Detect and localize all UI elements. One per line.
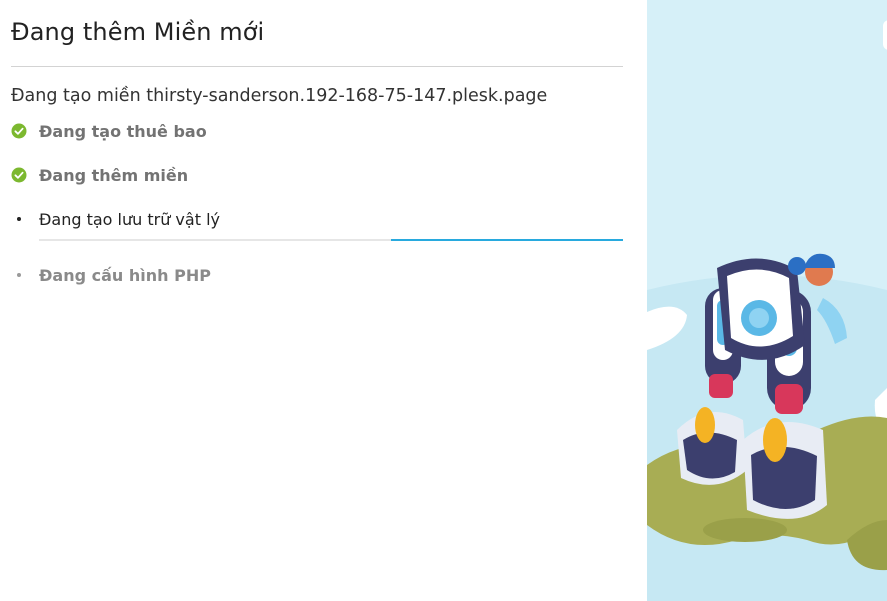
step-configure-php: Đang cấu hình PHP <box>11 263 211 287</box>
step-label: Đang thêm miền <box>39 165 189 185</box>
check-circle-icon <box>11 123 27 139</box>
progress-bar <box>39 239 623 241</box>
step-create-subscription: Đang tạo thuê bao <box>11 119 207 143</box>
step-create-hosting: Đang tạo lưu trữ vật lý <box>11 207 220 231</box>
step-label: Đang tạo thuê bao <box>39 121 207 141</box>
bullet-icon <box>17 273 21 277</box>
progress-bar-fill <box>391 239 623 241</box>
robot-illustration <box>647 0 887 601</box>
progress-dialog: Đang thêm Miền mới Đang tạo miền thirsty… <box>0 0 647 601</box>
check-circle-icon <box>11 167 27 183</box>
step-label: Đang tạo lưu trữ vật lý <box>39 209 220 229</box>
step-add-domain: Đang thêm miền <box>11 163 188 187</box>
title-divider <box>11 66 623 67</box>
progress-subtitle: Đang tạo miền thirsty-sanderson.192-168-… <box>11 86 548 106</box>
step-label: Đang cấu hình PHP <box>39 265 211 285</box>
bullet-icon <box>17 217 21 221</box>
page-title: Đang thêm Miền mới <box>11 18 265 46</box>
